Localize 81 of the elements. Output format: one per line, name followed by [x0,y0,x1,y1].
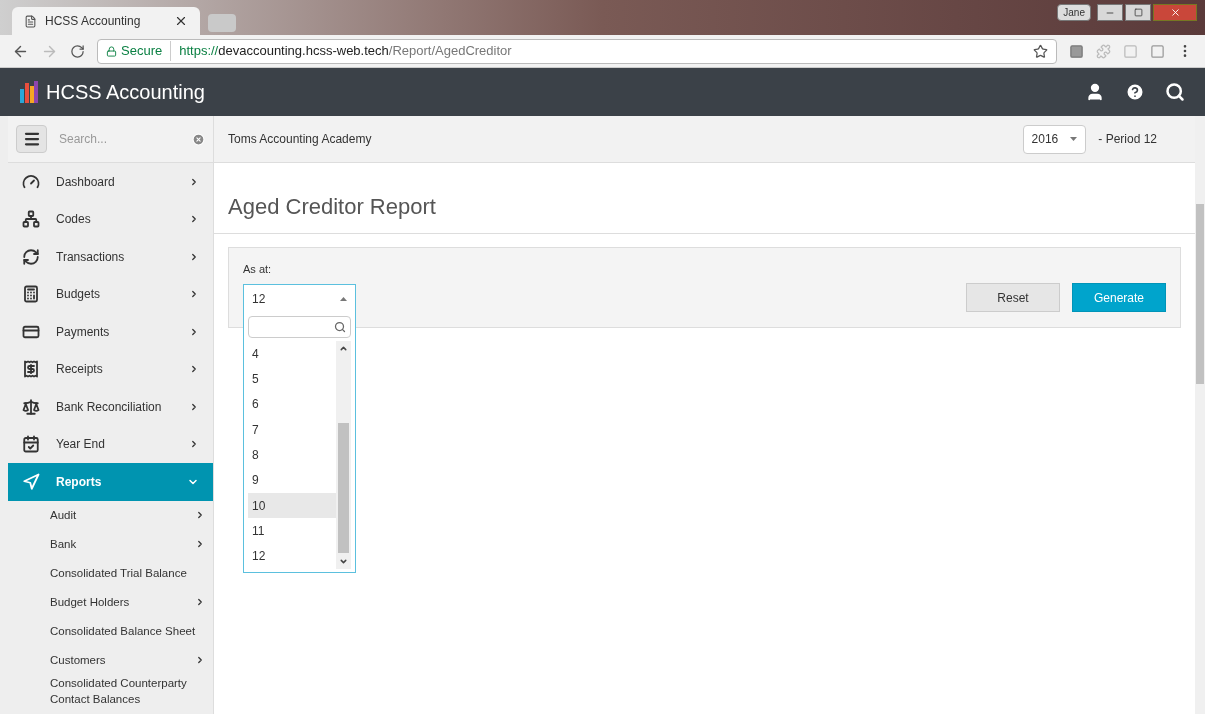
sidebar-item[interactable]: Transactions [8,238,213,276]
period-select[interactable]: 12 [243,283,356,314]
sidebar-item[interactable]: Dashboard [8,163,213,201]
as-at-label: As at: [243,262,273,278]
bookmark-star-icon[interactable] [1033,43,1048,59]
navigation-arrow-icon [22,472,40,491]
dropdown-option[interactable]: 11 [248,518,336,544]
scales-icon [22,397,40,416]
sidebar-item[interactable]: Codes [8,200,213,238]
submenu-item[interactable]: Bank [8,529,213,559]
receipt-icon [22,360,40,379]
close-tab-icon[interactable] [174,14,188,28]
submenu-item[interactable]: Consolidated Trial Balance [8,558,213,588]
clear-search-icon[interactable] [192,132,205,146]
minimize-button[interactable] [1097,4,1123,21]
chevron-right-icon [189,214,199,225]
gauge-icon [22,172,40,191]
calculator-icon [22,285,40,304]
dropdown-option[interactable]: 7 [248,417,336,443]
chevron-right-icon [195,510,205,520]
year-select[interactable]: 2016 [1022,124,1087,154]
menu-button[interactable] [16,125,47,153]
submenu-item[interactable]: Consolidated Balance Sheet [8,616,213,646]
dropdown-option[interactable]: 6 [248,391,336,418]
submenu-item[interactable]: Consolidated Counterparty Contact Balances [8,674,213,707]
chevron-right-icon [189,326,199,337]
secure-label: Secure [121,41,172,61]
menu-icon [22,130,41,148]
sidebar-item[interactable]: Reports [8,463,213,501]
dropdown-option[interactable]: 5 [248,366,336,392]
sidebar-item[interactable]: Year End [8,425,213,463]
maximize-button[interactable] [1125,4,1151,21]
brand-name: HCSS Accounting [46,80,205,105]
chevron-right-icon [189,251,199,262]
extension-icon[interactable] [1069,43,1084,59]
dropdown-option[interactable]: 9 [248,467,336,494]
dropdown-option[interactable]: 12 [248,543,336,569]
dropdown-search-field[interactable] [248,316,351,339]
refresh-icon [22,247,40,266]
chevron-right-icon [189,176,199,187]
sidebar-item[interactable]: Bank Reconciliation [8,388,213,426]
page-title: Aged Creditor Report [228,193,436,221]
lock-icon [106,45,117,57]
extension-icon[interactable] [1150,43,1165,59]
chevron-right-icon [195,597,205,607]
help-icon[interactable] [1125,82,1145,102]
submenu-item[interactable]: Audit [8,500,213,530]
caret-icon [340,296,347,301]
submenu-item[interactable]: Budget Holders [8,587,213,617]
reset-button[interactable]: Reset [966,283,1060,312]
chevron-right-icon [189,364,199,375]
search-icon [334,321,346,334]
address-field[interactable]: Secure https://devaccounting.hcss-web.tech/Report/AgedCreditor [97,38,1057,64]
maximize-icon [1133,8,1143,17]
dropdown-option[interactable]: 8 [248,442,336,468]
reload-icon[interactable] [70,43,85,59]
hierarchy-icon [22,210,40,229]
chevron-right-icon [189,439,199,450]
sidebar-item[interactable]: Payments [8,313,213,351]
user-badge[interactable]: Jane [1057,4,1091,21]
sidebar-item[interactable]: Receipts [8,350,213,388]
close-icon [1169,7,1181,18]
caret-icon [1070,137,1078,141]
dropdown-option[interactable]: 4 [248,341,336,367]
search-icon[interactable] [1165,82,1185,102]
chevron-right-icon [189,289,199,300]
chevron-right-icon [195,655,205,665]
chevron-right-icon [195,539,205,549]
scrollbar[interactable] [336,341,351,569]
calendar-check-icon [22,435,40,454]
logo-icon [20,81,38,103]
browser-tab[interactable]: HCSS Accounting [12,7,200,35]
sidebar-item[interactable]: Budgets [8,275,213,313]
dropdown-option[interactable]: 10 [248,493,336,519]
user-icon[interactable] [1085,82,1105,102]
page-icon [24,14,37,28]
organisation-name: Toms Accounting Academy [228,131,373,148]
submenu-item[interactable]: Customers [8,645,213,675]
chevron-right-icon [189,401,199,412]
url-text: https://devaccounting.hcss-web.tech/Report/AgedCreditor [178,42,512,61]
period-label: - Period 12 [1098,131,1157,148]
